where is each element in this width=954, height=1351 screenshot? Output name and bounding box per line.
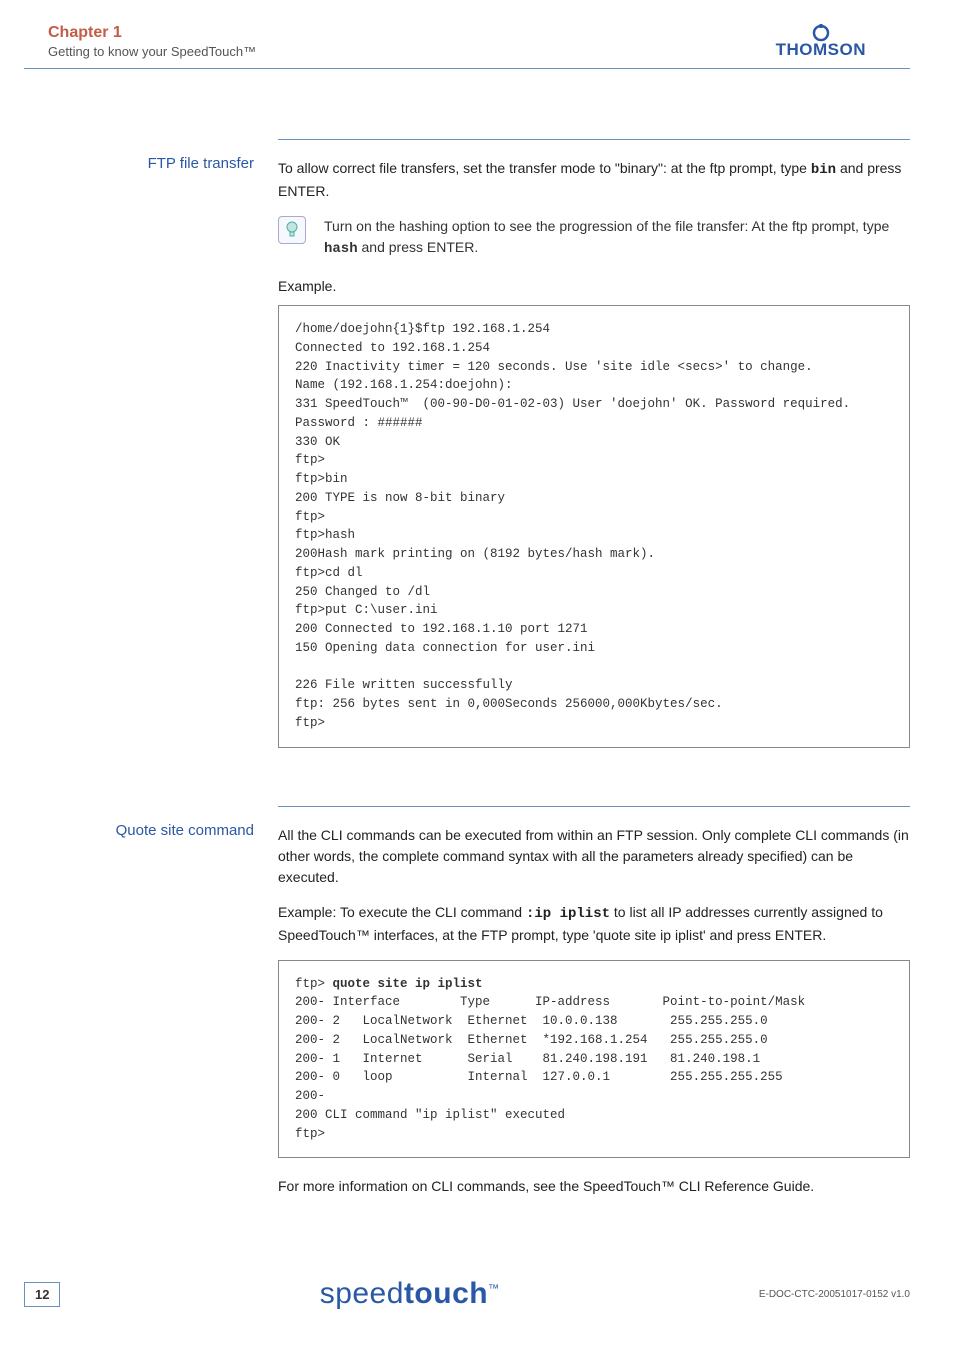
- page-header: Chapter 1 Getting to know your SpeedTouc…: [24, 0, 910, 69]
- lightbulb-icon: [278, 216, 306, 244]
- code-bold: quote site ip iplist: [333, 977, 483, 991]
- footer-logo: speedtouch™: [60, 1277, 758, 1311]
- tip-cmd: hash: [324, 241, 358, 257]
- code-box-ftp: /home/doejohn{1}$ftp 192.168.1.254 Conne…: [278, 305, 910, 748]
- quote-para2: Example: To execute the CLI command :ip …: [278, 902, 910, 946]
- para2-pre: Example: To execute the CLI command: [278, 904, 526, 920]
- logo-bold: touch: [404, 1277, 488, 1310]
- brand-logo: THOMSON: [776, 24, 866, 60]
- brand-text: THOMSON: [776, 40, 866, 60]
- intro-pre: To allow correct file transfers, set the…: [278, 160, 811, 176]
- intro-cmd: bin: [811, 162, 836, 178]
- code-rest: 200- Interface Type IP-address Point-to-…: [295, 995, 805, 1140]
- doc-id: E-DOC-CTC-20051017-0152 v1.0: [759, 1289, 910, 1300]
- section-body-ftp: To allow correct file transfers, set the…: [278, 139, 910, 766]
- chapter-title: Chapter 1: [48, 24, 256, 42]
- tip-post: and press ENTER.: [358, 239, 479, 255]
- quote-para1: All the CLI commands can be executed fro…: [278, 825, 910, 888]
- side-label-quote: Quote site command: [24, 806, 278, 1212]
- intro-paragraph: To allow correct file transfers, set the…: [278, 158, 910, 202]
- logo-light: speed: [320, 1277, 404, 1310]
- side-label-ftp: FTP file transfer: [24, 139, 278, 766]
- section-body-quote: All the CLI commands can be executed fro…: [278, 806, 910, 1212]
- chapter-subtitle: Getting to know your SpeedTouch™: [48, 44, 256, 59]
- section-ftp-transfer: FTP file transfer To allow correct file …: [24, 139, 910, 766]
- section-quote-site: Quote site command All the CLI commands …: [24, 806, 910, 1212]
- logo-tm: ™: [488, 1283, 500, 1295]
- content-area: FTP file transfer To allow correct file …: [0, 69, 954, 1211]
- code-prefix: ftp>: [295, 977, 333, 991]
- code-box-quote: ftp> quote site ip iplist 200- Interface…: [278, 960, 910, 1159]
- page-number: 12: [24, 1282, 60, 1307]
- tip-pre: Turn on the hashing option to see the pr…: [324, 218, 889, 234]
- para2-cmd: :ip iplist: [526, 906, 610, 922]
- header-left: Chapter 1 Getting to know your SpeedTouc…: [48, 24, 256, 59]
- page-footer: 12 speedtouch™ E-DOC-CTC-20051017-0152 v…: [0, 1277, 954, 1311]
- tip-row: Turn on the hashing option to see the pr…: [278, 216, 910, 260]
- tip-text: Turn on the hashing option to see the pr…: [324, 216, 910, 260]
- quote-para3: For more information on CLI commands, se…: [278, 1176, 910, 1197]
- example-label: Example.: [278, 276, 910, 297]
